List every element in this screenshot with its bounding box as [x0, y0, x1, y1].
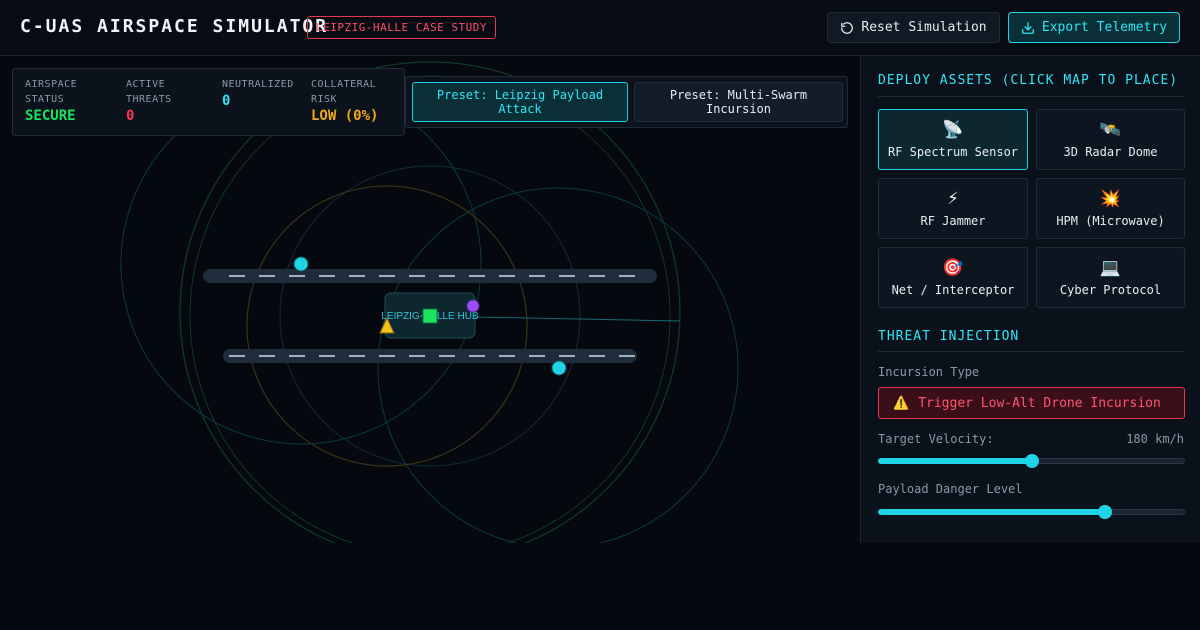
trigger-label: Trigger Low-Alt Drone Incursion	[918, 395, 1161, 411]
velocity-value: 180 km/h	[1126, 432, 1184, 446]
divider	[878, 351, 1185, 352]
asset-label: 3D Radar Dome	[1063, 144, 1158, 159]
stat-label: ACTIVE THREATS	[126, 79, 172, 105]
danger-level-label: Payload Danger Level	[878, 482, 1023, 496]
divider	[878, 96, 1185, 97]
slider-thumb[interactable]	[1024, 454, 1039, 468]
velocity-slider[interactable]	[878, 454, 1185, 468]
asset-radar-dome-button[interactable]: 🛰️ 3D Radar Dome	[1036, 109, 1185, 170]
hub-core-icon[interactable]	[422, 308, 438, 324]
danger-slider[interactable]	[878, 505, 1185, 519]
stat-value: 0	[222, 93, 231, 109]
velocity-label: Target Velocity:	[878, 432, 994, 446]
warning-icon: ⚠️	[893, 395, 910, 411]
threat-section-title: THREAT INJECTION	[878, 329, 1020, 344]
export-telemetry-button[interactable]: Export Telemetry	[1008, 12, 1180, 43]
lightning-icon: ⚡	[947, 188, 959, 209]
deploy-section-title: DEPLOY ASSETS (CLICK MAP TO PLACE)	[878, 73, 1179, 88]
asset-rf-sensor-button[interactable]: 📡 RF Spectrum Sensor	[878, 109, 1028, 170]
satellite-antenna-icon: 📡	[942, 119, 964, 140]
control-sidebar: DEPLOY ASSETS (CLICK MAP TO PLACE) 📡 RF …	[860, 56, 1200, 543]
stat-value: SECURE	[25, 108, 76, 124]
asset-label: Cyber Protocol	[1059, 282, 1162, 297]
asset-label: HPM (Microwave)	[1056, 213, 1165, 228]
asset-cyber-protocol-button[interactable]: 💻 Cyber Protocol	[1036, 247, 1185, 308]
laptop-icon: 💻	[1099, 257, 1122, 278]
download-icon	[1021, 21, 1034, 34]
stat-neutralized: NEUTRALIZED 0	[222, 77, 306, 109]
incursion-type-label: Incursion Type	[878, 365, 980, 379]
rf-sensor-node[interactable]	[293, 256, 309, 272]
cyber-node[interactable]	[466, 299, 480, 313]
preset-bar: Preset: Leipzig Payload Attack Preset: M…	[405, 76, 848, 128]
stat-active-threats: ACTIVE THREATS 0	[126, 77, 206, 124]
export-label: Export Telemetry	[1041, 20, 1168, 35]
asset-label: RF Spectrum Sensor	[887, 144, 1019, 159]
airspace-map[interactable]: LEIPZIG-HALLE HUB AIRSPACE STATUS SECURE…	[0, 56, 860, 543]
stat-value: 0	[126, 108, 135, 124]
stat-value: LOW (0%)	[311, 108, 379, 124]
target-icon: 🎯	[942, 257, 964, 278]
asset-net-interceptor-button[interactable]: 🎯 Net / Interceptor	[878, 247, 1028, 308]
refresh-icon	[841, 21, 854, 34]
case-study-badge: LEIPZIG-HALLE CASE STUDY	[307, 16, 496, 39]
asset-label: RF Jammer	[920, 213, 986, 228]
trigger-incursion-button[interactable]: ⚠️ Trigger Low-Alt Drone Incursion	[878, 387, 1185, 419]
stat-label: COLLATERAL RISK	[311, 79, 377, 105]
stat-label: AIRSPACE STATUS	[25, 79, 78, 105]
asset-label: Net / Interceptor	[891, 282, 1015, 297]
stat-collateral-risk: COLLATERAL RISK LOW (0%)	[311, 77, 401, 124]
preset-leipzig-button[interactable]: Preset: Leipzig Payload Attack	[412, 82, 628, 122]
reset-label: Reset Simulation	[861, 20, 987, 35]
stat-airspace-status: AIRSPACE STATUS SECURE	[25, 77, 117, 124]
preset-swarm-button[interactable]: Preset: Multi-Swarm Incursion	[634, 82, 843, 122]
satellite-icon: 🛰️	[1099, 119, 1122, 140]
rf-sensor-node[interactable]	[551, 360, 567, 376]
app-header: C-UAS AIRSPACE SIMULATOR LEIPZIG-HALLE C…	[0, 0, 1200, 56]
reset-simulation-button[interactable]: Reset Simulation	[827, 12, 1000, 43]
asset-rf-jammer-button[interactable]: ⚡ RF Jammer	[878, 178, 1028, 239]
stats-panel: AIRSPACE STATUS SECURE ACTIVE THREATS 0 …	[12, 68, 405, 136]
app-title: C-UAS AIRSPACE SIMULATOR	[20, 16, 329, 37]
tracking-line	[472, 316, 681, 322]
slider-fill	[878, 509, 1106, 515]
stat-label: NEUTRALIZED	[222, 79, 294, 90]
slider-thumb[interactable]	[1098, 505, 1113, 519]
collision-icon: 💥	[1099, 188, 1122, 209]
slider-fill	[878, 458, 1032, 464]
asset-hpm-button[interactable]: 💥 HPM (Microwave)	[1036, 178, 1185, 239]
